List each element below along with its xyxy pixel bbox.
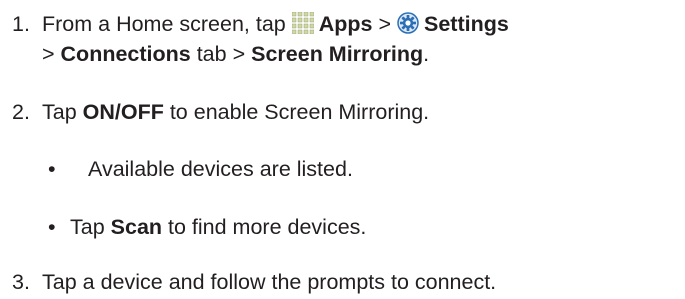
step-1-line-1: From a Home screen, tap Apps > Settings bbox=[42, 10, 509, 38]
on-off-label: ON/OFF bbox=[82, 100, 164, 124]
scan-label: Scan bbox=[110, 215, 163, 239]
gear-icon bbox=[397, 12, 419, 34]
step-3-text: Tap a device and follow the prompts to c… bbox=[42, 270, 497, 294]
step-text: to enable Screen Mirroring. bbox=[163, 100, 430, 124]
step-1-line-2: > Connections tab > Screen Mirroring. bbox=[42, 40, 429, 68]
step-text: Tap bbox=[42, 100, 83, 124]
bullet-icon: • bbox=[48, 157, 56, 181]
apps-grid-icon bbox=[291, 12, 314, 34]
step-2-text: Tap ON/OFF to enable Screen Mirroring. bbox=[42, 98, 429, 126]
separator: > bbox=[372, 12, 397, 36]
screen-mirroring-label: Screen Mirroring bbox=[251, 42, 424, 66]
period: . bbox=[423, 42, 430, 66]
bullet-text-part: to find more devices. bbox=[162, 215, 367, 239]
bullet-icon: • bbox=[48, 215, 56, 239]
step-number: 3. bbox=[12, 270, 30, 294]
separator: > bbox=[42, 42, 61, 66]
bullet-text-part: Tap bbox=[70, 215, 111, 239]
step-text: From a Home screen, tap bbox=[42, 12, 292, 36]
step-text: tab > bbox=[190, 42, 252, 66]
apps-label: Apps bbox=[318, 12, 373, 36]
bullet-text: Tap Scan to find more devices. bbox=[70, 213, 366, 241]
bullet-text: Available devices are listed. bbox=[88, 157, 353, 181]
step-number: 2. bbox=[12, 100, 30, 124]
step-number: 1. bbox=[12, 12, 30, 36]
connections-label: Connections bbox=[60, 42, 191, 66]
settings-label: Settings bbox=[424, 12, 509, 36]
